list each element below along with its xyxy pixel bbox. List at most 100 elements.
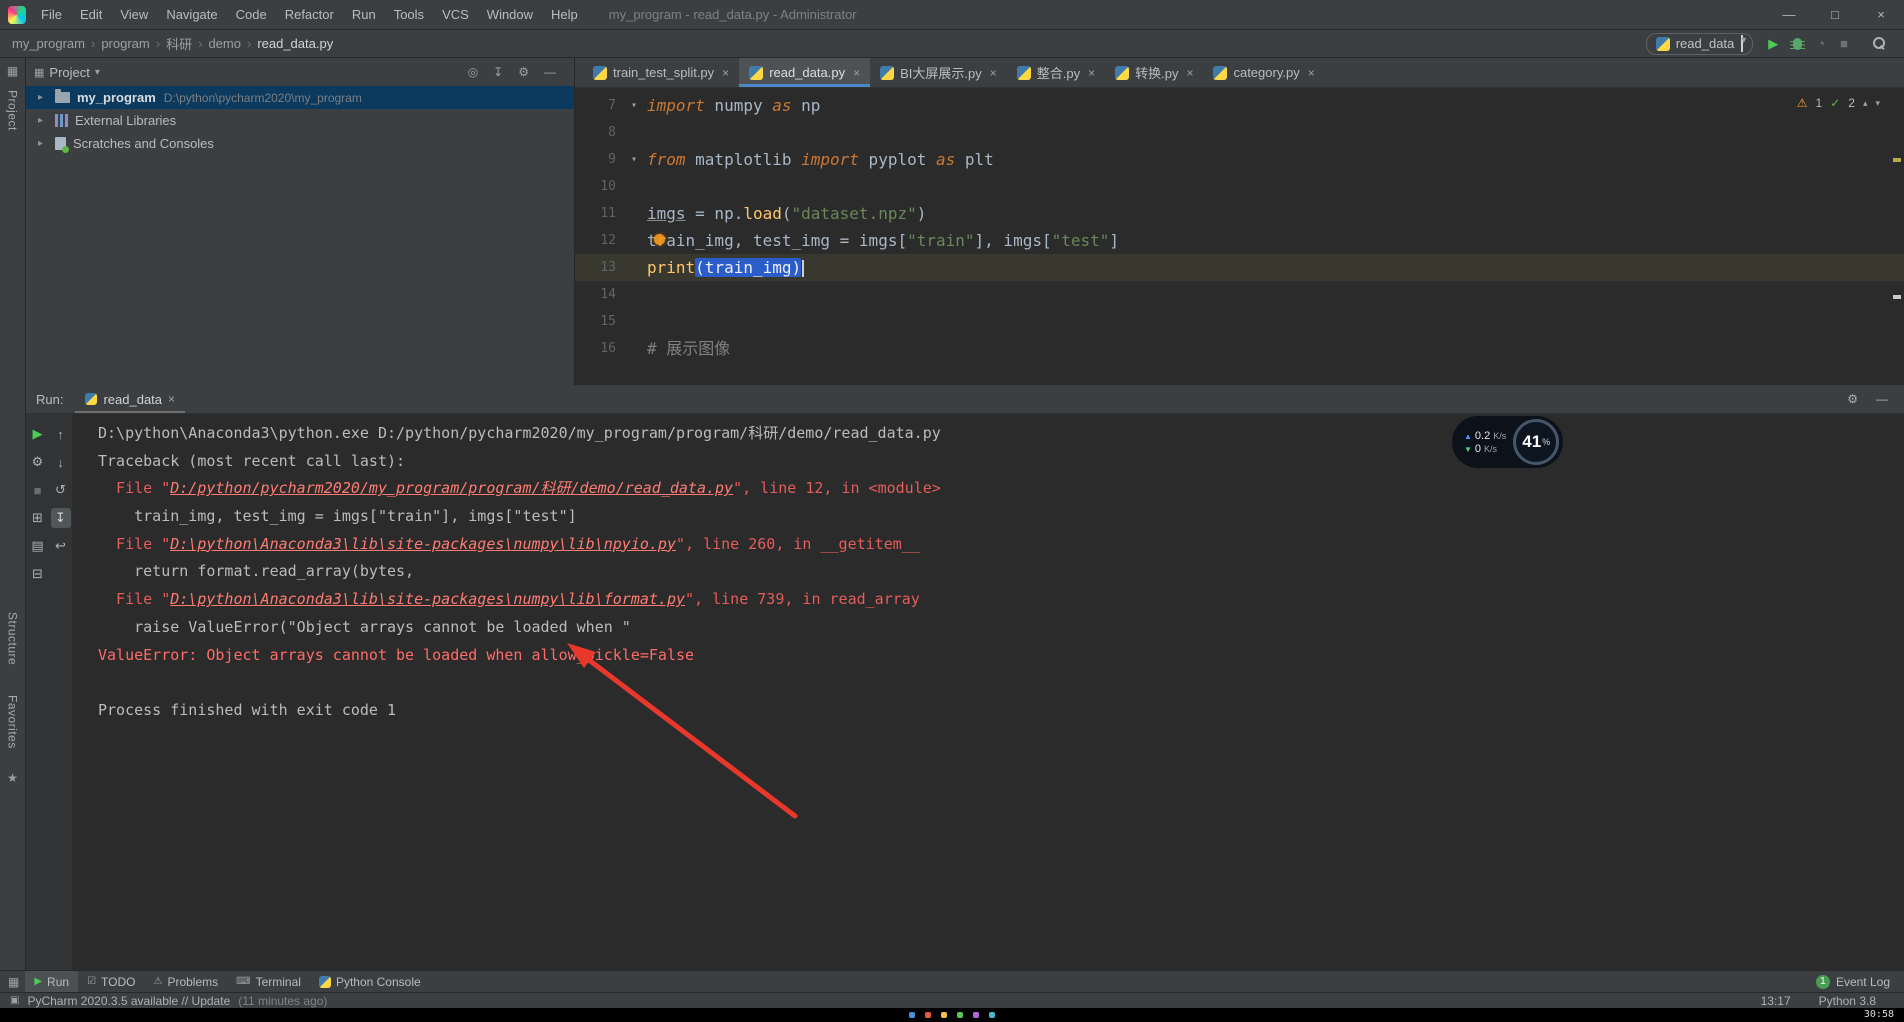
rerun-button[interactable]: ▶ — [28, 424, 48, 444]
run-config-selector[interactable]: read_data ▾ — [1646, 33, 1754, 55]
toolwindow-button-problems[interactable]: ⚠Problems — [144, 971, 227, 992]
gear-icon[interactable]: ⚙ — [1847, 392, 1858, 406]
editor-tab[interactable]: train_test_split.py× — [583, 58, 739, 87]
breadcrumb-item[interactable]: my_program — [10, 36, 87, 51]
code-text[interactable]: import numpy as np — [647, 92, 820, 119]
tree-expand-icon[interactable]: ▸ — [38, 138, 55, 149]
breadcrumb-item[interactable]: demo — [206, 36, 243, 51]
fold-marker-icon[interactable]: ▾ — [621, 92, 647, 119]
code-text[interactable]: print(train_img) — [647, 254, 804, 281]
menu-code[interactable]: Code — [227, 7, 276, 22]
tree-expand-icon[interactable]: ▸ — [38, 115, 55, 126]
project-panel-title[interactable]: Project — [49, 65, 89, 80]
editor-tab[interactable]: read_data.py× — [739, 58, 870, 87]
menu-help[interactable]: Help — [542, 7, 587, 22]
tool-strip-project[interactable]: Project — [6, 90, 20, 131]
prev-issue-icon[interactable]: ▴ — [1863, 98, 1868, 109]
close-tab-icon[interactable]: × — [990, 66, 997, 80]
menu-tools[interactable]: Tools — [385, 7, 433, 22]
editor-tab[interactable]: BI大屏展示.py× — [870, 58, 1007, 87]
collapse-all-icon[interactable]: ↧ — [493, 65, 503, 79]
breadcrumb-item[interactable]: 科研 — [164, 34, 194, 53]
code-text[interactable]: # 展示图像 — [647, 335, 730, 362]
close-tab-icon[interactable]: × — [722, 66, 729, 80]
tool-windows-icon[interactable]: ▦ — [8, 975, 19, 989]
taskbar-app-icon[interactable] — [989, 1012, 995, 1018]
minimize-button[interactable]: — — [1766, 0, 1812, 29]
breadcrumb-item[interactable]: program — [99, 36, 151, 51]
hide-panel-icon[interactable]: — — [544, 65, 556, 79]
debug-button[interactable] — [1793, 38, 1802, 50]
event-log-button[interactable]: 1 Event Log — [1816, 975, 1896, 989]
tool-strip-favorites[interactable]: Favorites — [6, 695, 20, 749]
taskbar-app-icon[interactable] — [973, 1012, 979, 1018]
editor-tab[interactable]: category.py× — [1203, 58, 1324, 87]
hide-panel-icon[interactable]: — — [1876, 392, 1888, 406]
error-stripe-caret-mark[interactable] — [1893, 295, 1901, 299]
tree-item-external-libraries[interactable]: ▸External Libraries — [26, 109, 574, 132]
toolwindow-button-terminal[interactable]: ⌨Terminal — [227, 971, 310, 992]
coverage-button[interactable]: ◔ — [1817, 36, 1825, 51]
stop-button[interactable]: ■ — [1840, 36, 1848, 51]
menu-run[interactable]: Run — [343, 7, 385, 22]
interpreter-label[interactable]: Python 3.8 — [1819, 994, 1876, 1008]
code-text[interactable]: imgs = np.load("dataset.npz") — [647, 200, 926, 227]
taskbar-app-icon[interactable] — [909, 1012, 915, 1018]
breadcrumb-item[interactable]: read_data.py — [255, 36, 335, 51]
scroll-to-end-icon[interactable]: ↧ — [51, 508, 71, 528]
maximize-button[interactable]: □ — [1812, 0, 1858, 29]
run-console-tab[interactable]: read_data × — [75, 385, 185, 413]
menu-edit[interactable]: Edit — [71, 7, 111, 22]
print-icon[interactable]: ▤ — [28, 536, 48, 556]
toolwindow-button-python-console[interactable]: Python Console — [310, 971, 430, 992]
close-button[interactable]: × — [1858, 0, 1904, 29]
up-stack-trace-icon[interactable]: ↑ — [51, 424, 71, 444]
editor-tab[interactable]: 转换.py× — [1105, 58, 1203, 87]
close-tab-icon[interactable]: × — [853, 66, 860, 80]
code-text[interactable]: train_img, test_img = imgs["train"], img… — [647, 227, 1119, 254]
status-message[interactable]: PyCharm 2020.3.5 available // Update — [27, 994, 230, 1008]
stack-trace-link[interactable]: D:/python/pycharm2020/my_program/program… — [170, 479, 733, 497]
taskbar-app-icon[interactable] — [925, 1012, 931, 1018]
status-window-icon[interactable]: ▣ — [10, 995, 19, 1006]
code-text[interactable]: from matplotlib import pyplot as plt — [647, 146, 994, 173]
toolwindow-button-todo[interactable]: ☑TODO — [78, 971, 144, 992]
down-stack-trace-icon[interactable]: ↓ — [51, 452, 71, 472]
stack-trace-link[interactable]: D:\python\Anaconda3\lib\site-packages\nu… — [170, 535, 676, 553]
soft-wrap-icon[interactable]: ↩ — [51, 536, 71, 556]
tree-item-scratches-and-consoles[interactable]: ▸Scratches and Consoles — [26, 132, 574, 155]
gear-icon[interactable]: ⚙ — [518, 65, 529, 79]
restore-layout-icon[interactable]: ⊞ — [28, 508, 48, 528]
search-everywhere-icon[interactable] — [1873, 37, 1886, 50]
toolwindow-button-run[interactable]: ▶Run — [25, 971, 78, 992]
fold-marker-icon[interactable]: ▾ — [621, 146, 647, 173]
taskbar-app-icon[interactable] — [941, 1012, 947, 1018]
menu-vcs[interactable]: VCS — [433, 7, 478, 22]
menu-window[interactable]: Window — [478, 7, 542, 22]
project-tool-icon[interactable]: ▦ — [7, 64, 18, 78]
menu-file[interactable]: File — [32, 7, 71, 22]
close-tab-icon[interactable]: × — [1308, 66, 1315, 80]
favorites-star-icon[interactable]: ★ — [7, 771, 18, 785]
chevron-down-icon[interactable]: ▾ — [95, 67, 100, 78]
close-tab-icon[interactable]: × — [1088, 66, 1095, 80]
editor[interactable]: 7▾import numpy as np89▾from matplotlib i… — [575, 88, 1904, 385]
stop-button[interactable]: ■ — [28, 480, 48, 500]
error-stripe-warning-mark[interactable] — [1893, 158, 1901, 162]
inspections-widget[interactable]: ⚠ 1 ✓ 2 ▴ ▾ — [1797, 96, 1880, 110]
locate-file-icon[interactable]: ◎ — [468, 65, 478, 79]
caret-position[interactable]: 13:17 — [1761, 994, 1791, 1008]
next-issue-icon[interactable]: ▾ — [1875, 98, 1880, 109]
stack-trace-link[interactable]: D:\python\Anaconda3\lib\site-packages\nu… — [170, 590, 685, 608]
run-button[interactable]: ▶ — [1768, 36, 1778, 52]
tree-item-my-program[interactable]: ▸my_programD:\python\pycharm2020\my_prog… — [26, 86, 574, 109]
tree-expand-icon[interactable]: ▸ — [38, 92, 55, 103]
menu-navigate[interactable]: Navigate — [157, 7, 226, 22]
menu-view[interactable]: View — [111, 7, 157, 22]
close-tab-icon[interactable]: × — [1186, 66, 1193, 80]
console-output[interactable]: D:\python\Anaconda3\python.exe D:/python… — [72, 414, 1904, 970]
taskbar-app-icon[interactable] — [957, 1012, 963, 1018]
rerun-failed-icon[interactable]: ↺ — [51, 480, 71, 500]
clear-console-icon[interactable]: ⊟ — [28, 564, 48, 584]
tool-strip-structure[interactable]: Structure — [6, 612, 20, 665]
